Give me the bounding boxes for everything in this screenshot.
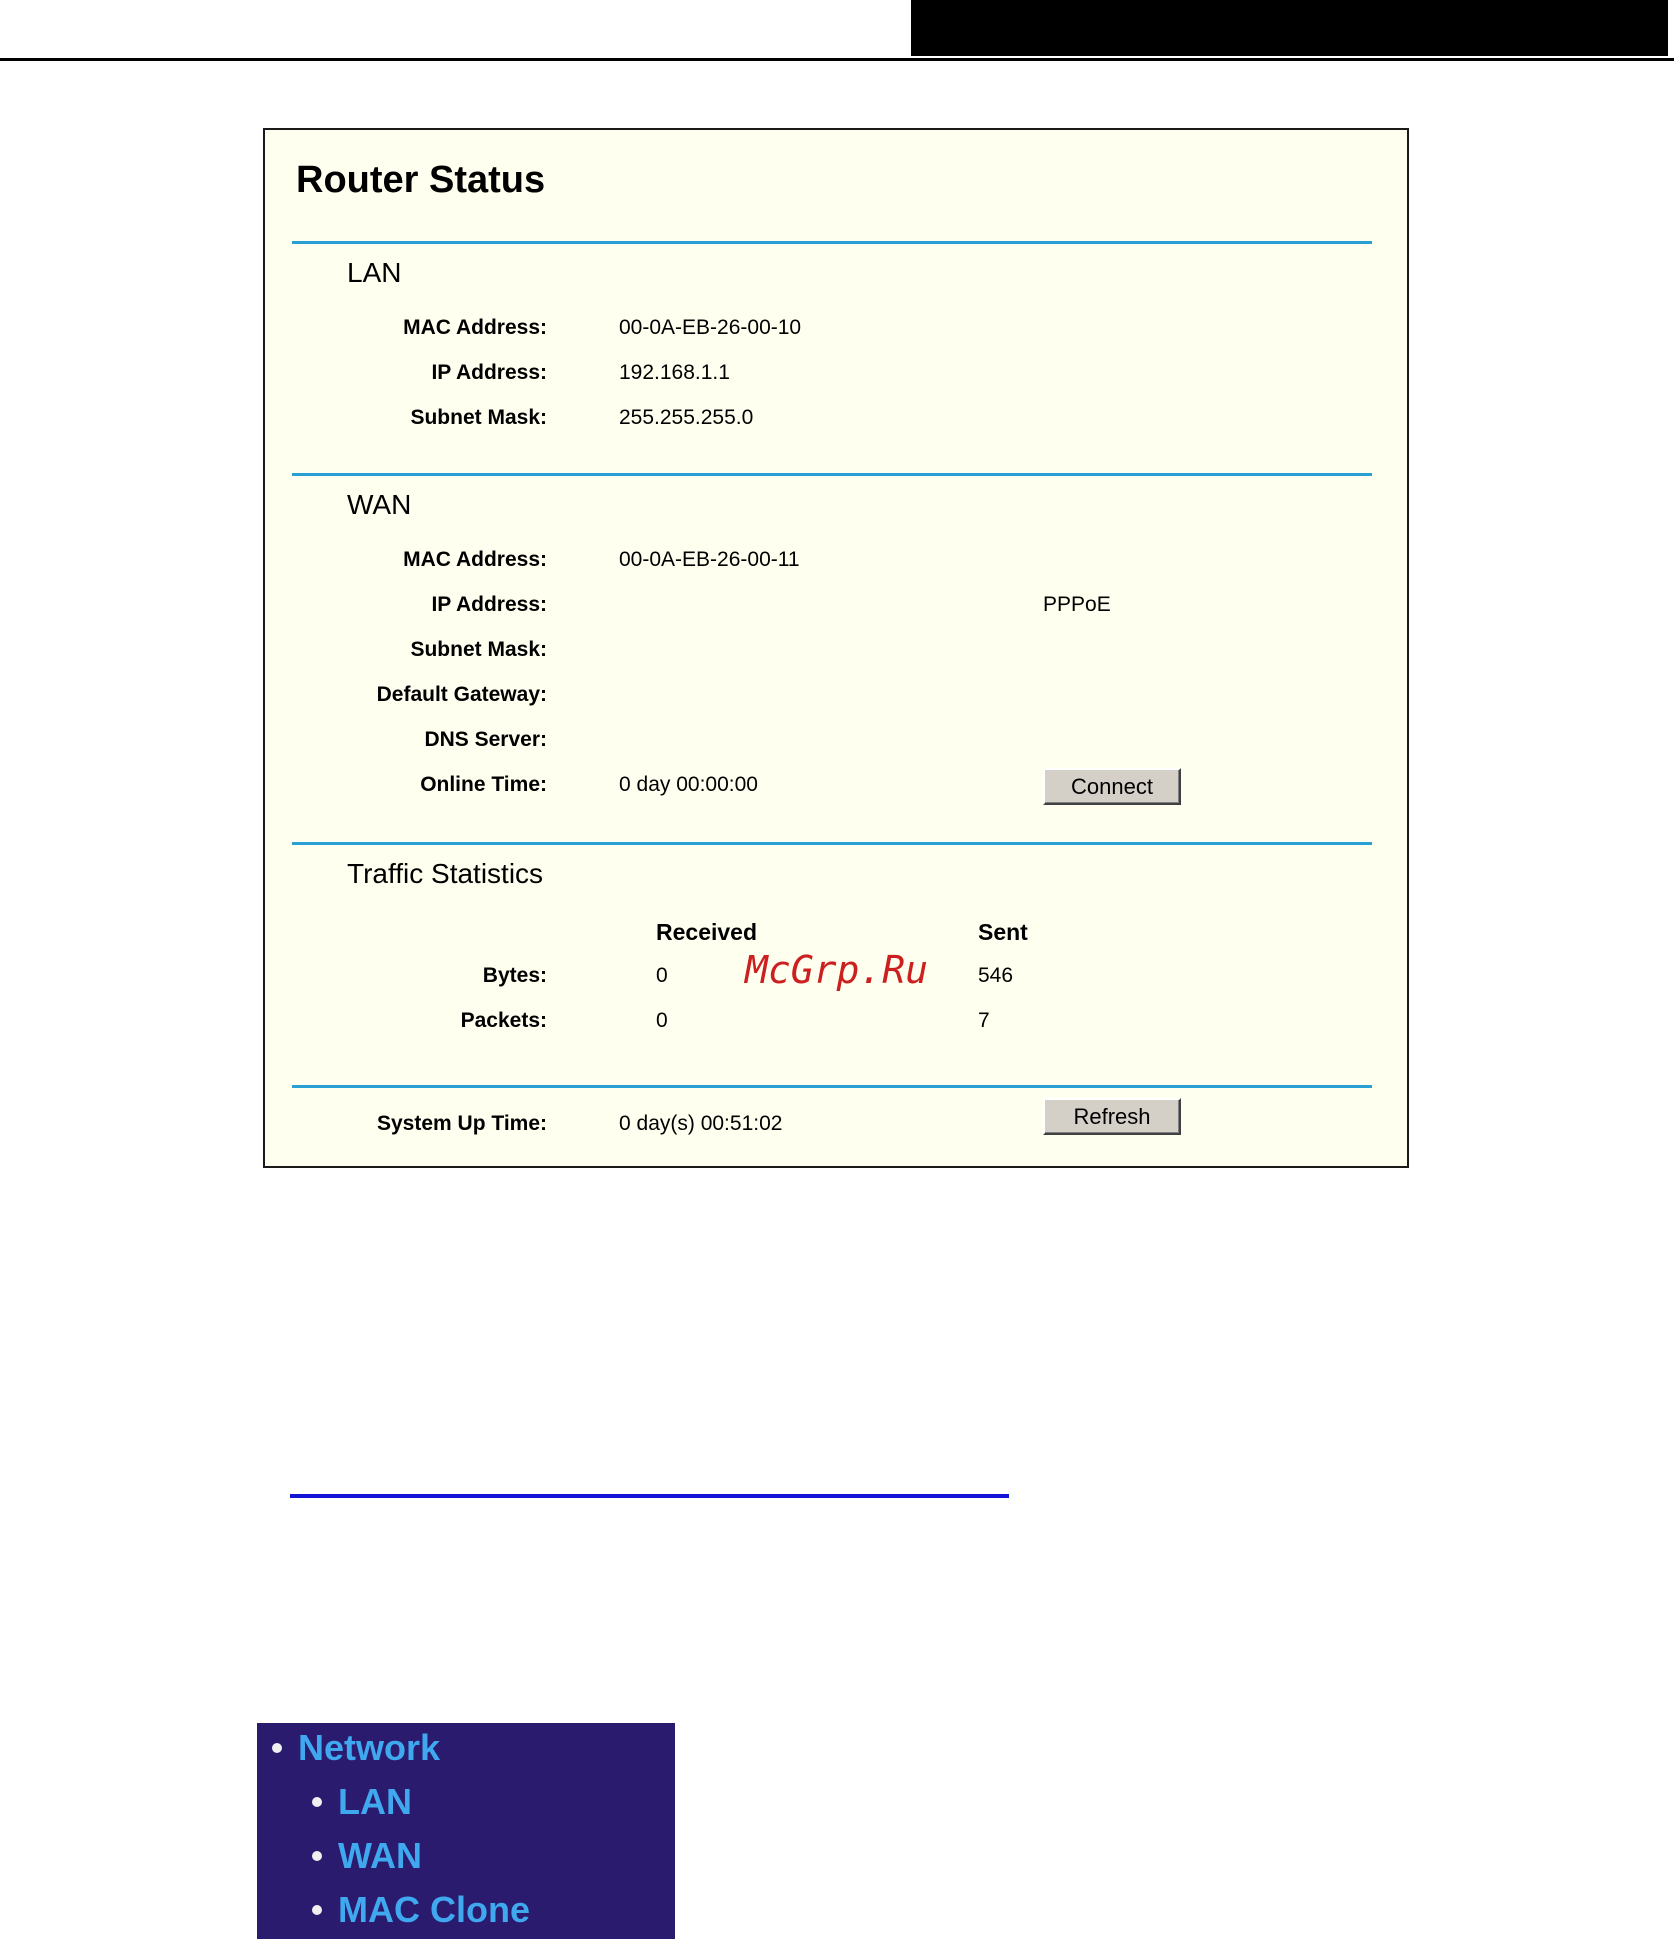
header-black-bar: [911, 0, 1668, 56]
header-rule: [0, 58, 1674, 61]
menu-item-label: MAC Clone: [338, 1889, 530, 1930]
wan-online-time-label: Online Time:: [420, 773, 547, 796]
lan-ip-label: IP Address:: [431, 361, 547, 384]
wan-connection-type: PPPoE: [1043, 593, 1111, 616]
menu-item-label: LAN: [338, 1781, 412, 1822]
nav-menu: Network LAN WAN MAC Clone: [257, 1723, 675, 1939]
received-column-header: Received: [656, 919, 758, 945]
wan-ip-label: IP Address:: [431, 593, 547, 616]
section-divider: [292, 473, 1372, 476]
section-divider: [292, 1085, 1372, 1088]
packets-label: Packets:: [460, 1009, 547, 1032]
link-underline: [290, 1494, 1009, 1498]
packets-received-value: 0: [656, 1009, 668, 1032]
sent-column-header: Sent: [978, 919, 1028, 945]
router-status-panel: Router Status LAN MAC Address: 00-0A-EB-…: [263, 128, 1409, 1168]
lan-heading: LAN: [347, 257, 402, 288]
wan-mac-value: 00-0A-EB-26-00-11: [619, 548, 800, 571]
packets-sent-value: 7: [978, 1009, 990, 1032]
page-title: Router Status: [296, 159, 546, 201]
wan-online-time-value: 0 day 00:00:00: [619, 773, 758, 796]
wan-gateway-label: Default Gateway:: [376, 683, 547, 706]
bytes-received-value: 0: [656, 964, 668, 987]
bullet-icon: [312, 1851, 322, 1861]
bullet-icon: [272, 1743, 282, 1753]
menu-item-mac-clone[interactable]: MAC Clone: [312, 1889, 530, 1931]
system-uptime-label: System Up Time:: [377, 1112, 547, 1135]
wan-heading: WAN: [347, 489, 412, 520]
menu-item-lan[interactable]: LAN: [312, 1781, 412, 1823]
menu-item-label: WAN: [338, 1835, 422, 1876]
menu-item-network[interactable]: Network: [272, 1727, 440, 1769]
section-divider: [292, 241, 1372, 244]
lan-ip-value: 192.168.1.1: [619, 361, 730, 384]
bullet-icon: [312, 1905, 322, 1915]
bytes-sent-value: 546: [978, 964, 1014, 987]
menu-item-wan[interactable]: WAN: [312, 1835, 422, 1877]
connect-button[interactable]: Connect: [1043, 768, 1181, 805]
bullet-icon: [312, 1797, 322, 1807]
lan-subnet-label: Subnet Mask:: [410, 406, 547, 429]
refresh-button[interactable]: Refresh: [1043, 1098, 1181, 1135]
watermark-text: McGrp.Ru: [745, 948, 929, 992]
wan-subnet-label: Subnet Mask:: [410, 638, 547, 661]
menu-item-label: Network: [298, 1727, 441, 1768]
lan-subnet-value: 255.255.255.0: [619, 406, 754, 429]
system-uptime-value: 0 day(s) 00:51:02: [619, 1112, 783, 1135]
traffic-heading: Traffic Statistics: [347, 858, 544, 889]
wan-dns-label: DNS Server:: [424, 728, 547, 751]
bytes-label: Bytes:: [482, 964, 547, 987]
lan-mac-label: MAC Address:: [403, 316, 547, 339]
section-divider: [292, 842, 1372, 845]
wan-mac-label: MAC Address:: [403, 548, 547, 571]
lan-mac-value: 00-0A-EB-26-00-10: [619, 316, 802, 339]
